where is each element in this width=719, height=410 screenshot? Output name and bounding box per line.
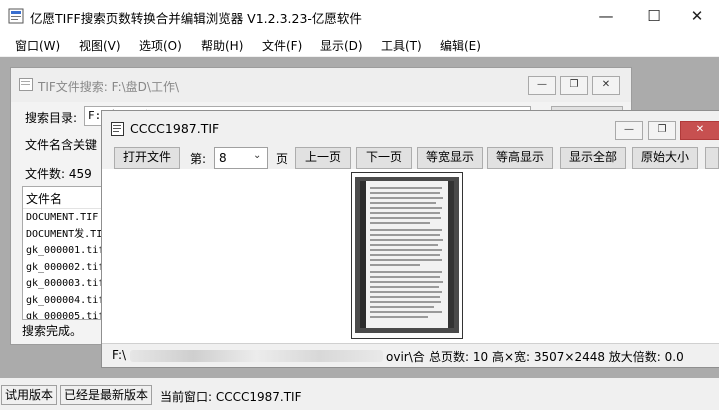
menu-edit[interactable]: 编辑(E)	[440, 37, 481, 54]
status-path-start: F:\	[112, 348, 127, 362]
close-icon[interactable]: ✕	[680, 121, 719, 140]
app-icon	[8, 8, 24, 24]
search-window-titlebar[interactable]: TIF文件搜索: F:\盘D\工作\ — ❐ ✕	[11, 68, 631, 102]
restore-icon[interactable]: ❐	[648, 121, 676, 140]
chevron-down-icon: ⌄	[253, 150, 262, 161]
viewer-window: CCCC1987.TIF — ❐ ✕ 打开文件 第: 8 ⌄ 页 上一页 下一页…	[101, 110, 719, 368]
search-status-text: 搜索完成。	[22, 324, 83, 338]
trial-version-badge: 试用版本	[1, 385, 58, 405]
close-icon[interactable]: ✕	[674, 0, 719, 32]
minimize-icon[interactable]: —	[528, 76, 556, 95]
page-label: 第:	[190, 152, 207, 166]
latest-version-badge: 已经是最新版本	[60, 385, 153, 405]
menu-help[interactable]: 帮助(H)	[201, 37, 243, 54]
menu-view[interactable]: 视图(V)	[79, 37, 121, 54]
menu-file[interactable]: 文件(F)	[262, 37, 302, 54]
menu-options[interactable]: 选项(O)	[139, 37, 182, 54]
search-dir-label: 搜索目录:	[25, 111, 78, 125]
viewer-window-title: CCCC1987.TIF	[130, 121, 220, 136]
toolbar-overflow-button[interactable]	[705, 147, 719, 169]
open-file-button[interactable]: 打开文件	[114, 147, 180, 169]
list-item[interactable]: gk_000003.tif	[26, 276, 113, 293]
viewer-status-bar: F:\ ovir\合 总页数: 10 高×宽: 3507×2448 放大倍数: …	[102, 343, 719, 367]
keyword-label: 文件名含关键	[25, 138, 98, 152]
page-thumbnail	[351, 172, 463, 339]
list-item[interactable]: gk_000004.tif	[26, 293, 113, 310]
menu-tools[interactable]: 工具(T)	[381, 37, 422, 54]
status-bar: 试用版本 已经是最新版本 当前窗口: CCCC1987.TIF	[0, 381, 719, 410]
fit-width-button[interactable]: 等宽显示	[417, 147, 483, 169]
minimize-icon[interactable]: —	[583, 0, 629, 32]
next-page-button[interactable]: 下一页	[356, 147, 412, 169]
title-bar: 亿愿TIFF搜索页数转换合并编辑浏览器 V1.2.3.23-亿愿软件 — ☐ ✕	[0, 0, 719, 32]
list-item[interactable]: gk_000005.tif	[26, 309, 113, 319]
menu-bar: 窗口(W) 视图(V) 选项(O) 帮助(H) 文件(F) 显示(D) 工具(T…	[0, 32, 719, 56]
page-unit-label: 页	[276, 152, 289, 166]
close-icon[interactable]: ✕	[592, 76, 620, 95]
page-select[interactable]: 8 ⌄	[214, 147, 268, 169]
maximize-icon[interactable]: ☐	[631, 0, 677, 32]
show-all-button[interactable]: 显示全部	[560, 147, 626, 169]
original-size-button[interactable]: 原始大小	[632, 147, 698, 169]
minimize-icon[interactable]: —	[615, 121, 643, 140]
list-item[interactable]: DOCUMENT.TIF	[26, 210, 113, 227]
viewer-window-titlebar[interactable]: CCCC1987.TIF — ❐ ✕	[102, 111, 719, 147]
fit-height-button[interactable]: 等高显示	[487, 147, 553, 169]
current-window-label: 当前窗口: CCCC1987.TIF	[160, 390, 302, 404]
status-path-end: ovir\合	[386, 350, 425, 364]
prev-page-button[interactable]: 上一页	[295, 147, 351, 169]
scanned-page-image	[352, 173, 462, 338]
menu-window[interactable]: 窗口(W)	[15, 37, 60, 54]
list-item[interactable]: gk_000001.tif	[26, 243, 113, 260]
window-title: 亿愿TIFF搜索页数转换合并编辑浏览器 V1.2.3.23-亿愿软件	[30, 11, 362, 26]
list-item[interactable]: DOCUMENT发.TIF	[26, 227, 113, 244]
restore-icon[interactable]: ❐	[560, 76, 588, 95]
redacted-path	[130, 350, 383, 362]
search-window-title: TIF文件搜索: F:\盘D\工作\	[38, 80, 180, 94]
menu-display[interactable]: 显示(D)	[320, 37, 363, 54]
status-page-info: 总页数: 10 高×宽: 3507×2448 放大倍数: 0.0	[429, 350, 684, 364]
image-viewer[interactable]	[102, 169, 719, 343]
list-item[interactable]: gk_000002.tif	[26, 260, 113, 277]
list-header-filename: 文件名	[23, 187, 113, 209]
document-icon	[19, 78, 33, 91]
tif-file-icon	[111, 122, 125, 136]
file-count-label: 文件数: 459	[25, 167, 92, 181]
